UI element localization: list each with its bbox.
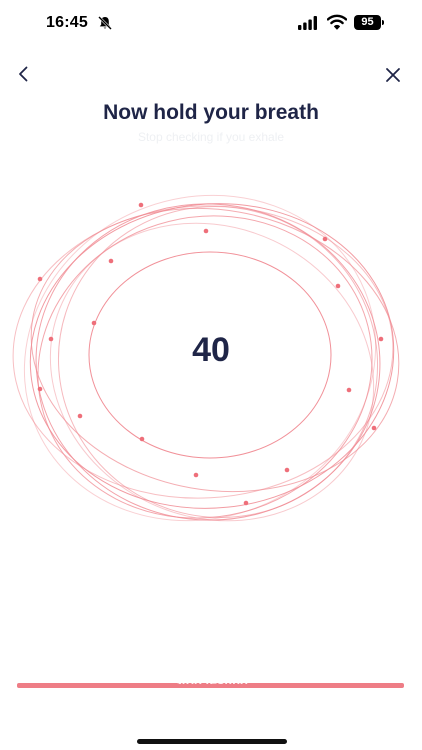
home-indicator[interactable] — [137, 739, 287, 744]
close-button[interactable] — [381, 63, 405, 87]
breath-particle — [335, 283, 341, 289]
stop-testing-label: Stop testing — [172, 676, 249, 684]
battery-cap — [382, 20, 384, 25]
breath-hold-counter: 40 — [192, 331, 230, 369]
breath-particle — [203, 228, 209, 234]
breath-particle — [243, 500, 249, 506]
back-button[interactable] — [12, 62, 36, 86]
breath-particle — [346, 387, 352, 393]
breath-particle — [37, 386, 43, 392]
stop-testing-button[interactable]: Stop testing — [17, 676, 404, 688]
bell-slash-icon — [98, 16, 112, 30]
cellular-signal-icon — [298, 16, 317, 30]
page-subtitle: Stop checking if you exhale — [137, 130, 285, 144]
breath-particle — [139, 436, 145, 442]
breath-particle — [284, 467, 290, 473]
status-bar: 16:45 95 — [0, 0, 422, 46]
close-icon — [386, 68, 400, 82]
wifi-icon — [327, 14, 347, 30]
breath-particle — [91, 320, 97, 326]
breath-particle — [138, 202, 144, 208]
breath-particle — [37, 276, 43, 282]
breath-particle — [108, 258, 114, 264]
breath-particle — [77, 413, 83, 419]
chevron-left-icon — [19, 66, 28, 82]
breath-particle — [378, 336, 384, 342]
breath-particle — [48, 336, 54, 342]
breath-particle — [371, 425, 377, 431]
page-title: Now hold your breath — [103, 101, 319, 124]
status-time: 16:45 — [46, 14, 88, 31]
breath-particle — [193, 472, 199, 478]
battery-icon: 95 — [354, 15, 384, 30]
battery-level: 95 — [361, 16, 374, 28]
breath-particle — [322, 236, 328, 242]
